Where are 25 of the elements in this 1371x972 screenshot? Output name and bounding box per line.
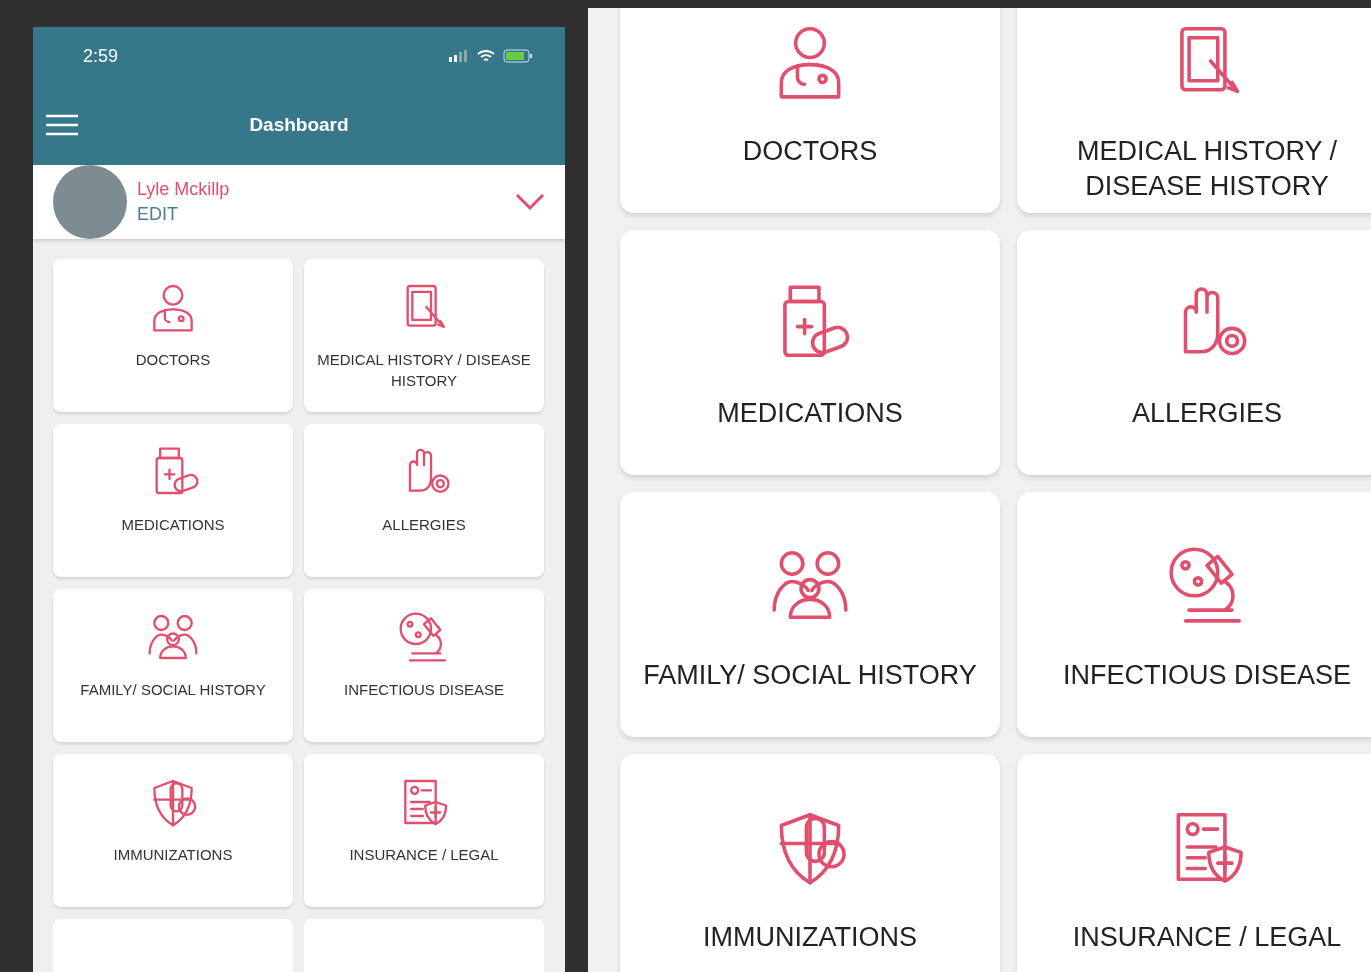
status-time: 2:59 <box>83 45 119 67</box>
dashboard-tile[interactable]: INFECTIOUS DISEASE <box>1017 492 1371 737</box>
dashboard-tile[interactable]: MEDICAL HISTORY / DISEASE HISTORY <box>304 259 544 412</box>
dashboard-tile[interactable]: ALLERGIES <box>304 424 544 577</box>
signal-icon <box>449 50 469 62</box>
dashboard-tile[interactable]: ALLERGIES <box>1017 230 1371 475</box>
dashboard-tile[interactable]: INFECTIOUS DISEASE <box>304 589 544 742</box>
dashboard-tile[interactable]: IMMUNIZATIONS <box>620 754 1000 972</box>
edit-link[interactable]: EDIT <box>137 204 178 225</box>
battery-icon <box>503 49 533 63</box>
dashboard-tile[interactable]: MEDICATIONS <box>620 230 1000 475</box>
dashboard-tile[interactable]: MEDICATIONS <box>53 424 293 577</box>
header-title: Dashboard <box>248 114 350 136</box>
expand-button[interactable] <box>515 193 545 211</box>
wifi-icon <box>477 49 495 63</box>
dashboard-tile[interactable]: DOCTORS <box>620 8 1000 213</box>
dashboard-tile[interactable]: MEDICAL HISTORY / DISEASE HISTORY <box>1017 8 1371 213</box>
dashboard-tile[interactable]: DOCTORS <box>53 259 293 412</box>
dashboard-tile[interactable]: INSURANCE / LEGAL <box>304 754 544 907</box>
dashboard-tile[interactable]: IMMUNIZATIONS <box>53 754 293 907</box>
profile-name: Lyle Mckillp <box>137 179 231 200</box>
dashboard-tile[interactable]: INSURANCE / LEGAL <box>1017 754 1371 972</box>
dashboard-tile[interactable]: FAMILY/ SOCIAL HISTORY <box>620 492 1000 737</box>
menu-button[interactable] <box>45 113 79 137</box>
dashboard-tile[interactable]: FAMILY/ SOCIAL HISTORY <box>53 589 293 742</box>
